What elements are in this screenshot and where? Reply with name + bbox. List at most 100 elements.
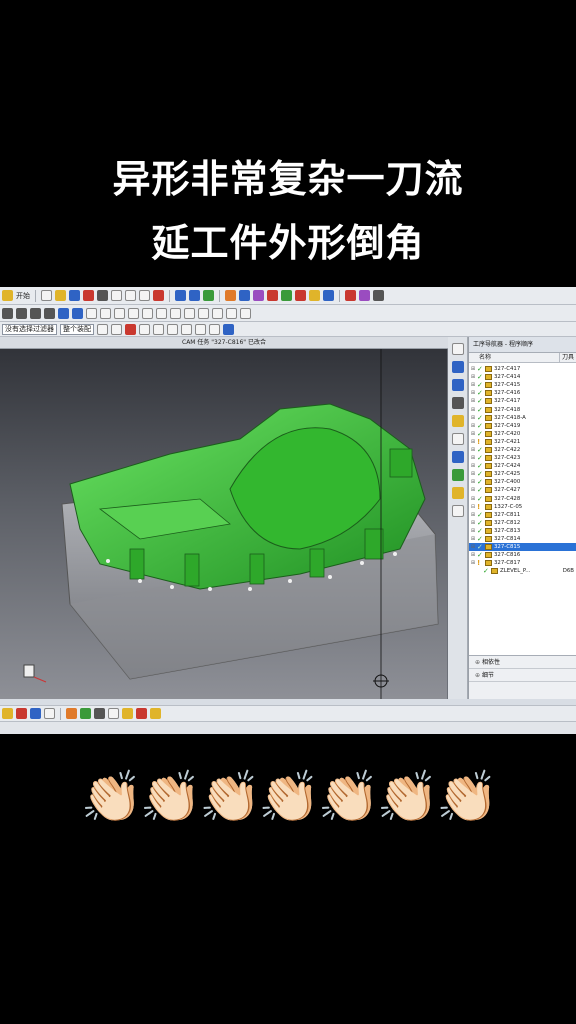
cylinder-icon[interactable] <box>72 307 83 319</box>
start-menu-icon[interactable] <box>2 290 13 301</box>
operation-row[interactable]: ⊞! 327-C421 <box>469 438 576 446</box>
operation-create-icon[interactable] <box>122 708 133 719</box>
deselect-icon[interactable] <box>125 323 136 335</box>
move-icon[interactable] <box>94 708 105 719</box>
operation-row[interactable]: ✓ ZLEVEL_P... D6B <box>469 567 576 575</box>
selection-filter-combo[interactable]: 没有选择过滤器 <box>2 323 57 335</box>
delete-icon[interactable] <box>153 290 164 301</box>
geometry-icon[interactable] <box>239 290 250 301</box>
process-studio-tab-icon[interactable] <box>451 505 464 517</box>
section-icon[interactable] <box>373 290 384 301</box>
operation-row[interactable]: ⊞ ✓ 327-C418-A <box>469 414 576 422</box>
expand-icon[interactable]: ⊞ <box>469 406 477 414</box>
save-icon[interactable] <box>69 290 80 301</box>
expand-icon[interactable]: ⊞ <box>469 430 477 438</box>
tool-create-icon[interactable] <box>80 708 91 719</box>
redo-icon[interactable] <box>97 290 108 301</box>
shop-docs-icon[interactable] <box>309 290 320 301</box>
tool-icon[interactable] <box>225 290 236 301</box>
filter-icon[interactable] <box>139 323 150 335</box>
geometry-create-icon[interactable] <box>136 708 147 719</box>
operation-row[interactable]: ⊞ ✓ 327-C811 <box>469 511 576 519</box>
csys-icon[interactable] <box>16 708 27 719</box>
expand-icon[interactable]: ⊞ <box>469 551 477 559</box>
details-section[interactable]: 细节 <box>469 669 576 682</box>
palette-tab-icon[interactable] <box>451 487 464 499</box>
dependencies-section[interactable]: 相依性 <box>469 656 576 669</box>
operation-row[interactable]: ⊞ ✓ 327-C420 <box>469 430 576 438</box>
operation-row[interactable]: ⊞ ✓ 327-C416 <box>469 389 576 397</box>
selection-icon[interactable] <box>2 708 13 719</box>
method-icon[interactable] <box>253 290 264 301</box>
operation-row[interactable]: ⊞ ✓ 327-C427 <box>469 486 576 494</box>
expand-icon[interactable]: ⊞ <box>469 495 477 503</box>
mid-snap-icon[interactable] <box>181 323 192 335</box>
sew-icon[interactable] <box>226 307 237 319</box>
new-file-icon[interactable] <box>41 290 52 301</box>
expand-icon[interactable]: ⊞ <box>469 470 477 478</box>
thicken-icon[interactable] <box>240 307 251 319</box>
selection-scope-combo[interactable]: 整个装配 <box>60 323 94 335</box>
method-create-icon[interactable] <box>108 708 119 719</box>
center-snap-icon[interactable] <box>195 323 206 335</box>
pattern-icon[interactable] <box>198 307 209 319</box>
measure-icon[interactable] <box>359 290 370 301</box>
operation-row[interactable]: ⊞ ✓ 327-C422 <box>469 446 576 454</box>
expand-icon[interactable]: ⊞ <box>469 478 477 486</box>
offset-icon[interactable] <box>170 307 181 319</box>
expand-icon[interactable]: ⊞ <box>469 373 477 381</box>
shaded-view-icon[interactable] <box>189 290 200 301</box>
role-tab-icon[interactable] <box>451 451 464 463</box>
operation-row[interactable]: ⊞ ✓ 327-C400 <box>469 478 576 486</box>
expand-icon[interactable]: ⊞ <box>469 381 477 389</box>
rectangle-icon[interactable] <box>30 307 41 319</box>
column-name-header[interactable]: 名称 <box>469 353 560 362</box>
blend-icon[interactable] <box>128 307 139 319</box>
analysis-icon[interactable] <box>345 290 356 301</box>
expand-icon[interactable]: ⊞ <box>469 519 477 527</box>
view-icon[interactable] <box>30 708 41 719</box>
system-materials-tab-icon[interactable] <box>451 469 464 481</box>
verify-icon[interactable] <box>281 290 292 301</box>
snap-icon[interactable] <box>97 323 108 335</box>
web-browser-tab-icon[interactable] <box>451 433 464 445</box>
expand-icon[interactable]: ⊞ <box>469 527 477 535</box>
end-snap-icon[interactable] <box>167 323 178 335</box>
view-cube-icon[interactable] <box>175 290 186 301</box>
quadrant-snap-icon[interactable] <box>209 323 220 335</box>
expand-icon[interactable]: ⊞ <box>469 454 477 462</box>
hole-icon[interactable] <box>114 307 125 319</box>
parts-tab-icon[interactable] <box>451 379 464 391</box>
expand-icon[interactable]: ⊟ <box>469 503 477 511</box>
select-all-icon[interactable] <box>111 323 122 335</box>
expand-icon[interactable]: ⊞ <box>469 422 477 430</box>
trim-icon[interactable] <box>156 307 167 319</box>
history-tab-icon[interactable] <box>451 397 464 409</box>
expand-icon[interactable]: ⊞ <box>469 543 477 551</box>
generate-path-icon[interactable] <box>267 290 278 301</box>
operation-row[interactable]: ⊞ ✓ 327-C414 <box>469 373 576 381</box>
operation-row[interactable]: ⊞ ✓ 327-C424 <box>469 462 576 470</box>
operation-row[interactable]: ⊞ ✓ 327-C417 <box>469 397 576 405</box>
chamfer-icon[interactable] <box>142 307 153 319</box>
postprocess-icon[interactable] <box>295 290 306 301</box>
operation-row[interactable]: ⊞ ✓ 327-C816 <box>469 551 576 559</box>
expand-icon[interactable]: ⊞ <box>469 535 477 543</box>
operation-row[interactable]: ⊞ ✓ 327-C415 <box>469 381 576 389</box>
render-icon[interactable] <box>203 290 214 301</box>
expand-icon[interactable]: ⊞ <box>469 365 477 373</box>
text-icon[interactable] <box>44 307 55 319</box>
expand-icon[interactable]: ⊞ <box>469 511 477 519</box>
revolve-icon[interactable] <box>100 307 111 319</box>
expand-icon[interactable]: ⊞ <box>469 462 477 470</box>
layer-settings-icon[interactable] <box>44 708 55 719</box>
simulate-icon[interactable] <box>150 708 161 719</box>
operation-row[interactable]: ⊞ ✓ 327-C425 <box>469 470 576 478</box>
expand-icon[interactable]: ⊞ <box>469 397 477 405</box>
operation-row[interactable]: ⊞ ✓ 327-C812 <box>469 519 576 527</box>
block-icon[interactable] <box>58 307 69 319</box>
point-snap-icon[interactable] <box>153 323 164 335</box>
undo-icon[interactable] <box>83 290 94 301</box>
copy-icon[interactable] <box>125 290 136 301</box>
output-cls-icon[interactable] <box>323 290 334 301</box>
